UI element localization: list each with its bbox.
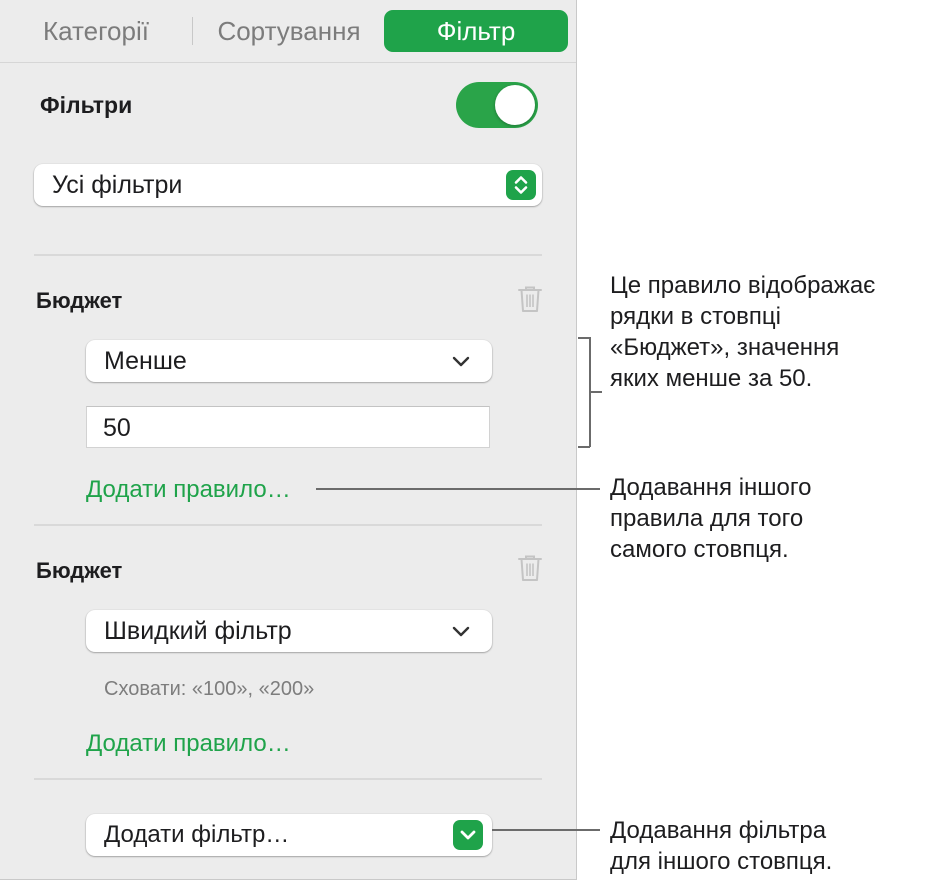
callout-line: для іншого стовпця. <box>610 848 833 875</box>
callout-leader-line <box>316 488 600 490</box>
callout-line: «Бюджет», значення <box>610 334 840 361</box>
filters-toggle[interactable] <box>456 82 538 128</box>
filters-label: Фільтри <box>40 92 133 118</box>
callout-bracket-bottom <box>578 446 590 448</box>
toggle-knob <box>495 85 535 125</box>
add-filter-popup[interactable]: Додати фільтр… <box>86 814 492 856</box>
callout-line: Додавання фільтра <box>610 817 827 844</box>
chevron-down-icon <box>450 350 472 377</box>
tab-separator <box>192 17 193 45</box>
section-divider <box>34 524 542 526</box>
callout-line: Це правило відображає <box>610 272 876 299</box>
add-rule-link[interactable]: Додати правило… <box>86 730 291 758</box>
tab-sort[interactable]: Сортування <box>196 10 382 52</box>
callout-line: самого стовпця. <box>610 536 789 563</box>
section-divider <box>34 254 542 256</box>
trash-icon[interactable] <box>516 284 544 319</box>
callout-add-rule-text: Додавання іншого правила для того самого… <box>610 472 811 565</box>
rule-column-label: Бюджет <box>36 288 123 313</box>
rule-column-label: Бюджет <box>36 558 123 583</box>
filter-mode-value: Усі фільтри <box>52 171 183 199</box>
quick-filter-hint: Сховати: «100», «200» <box>104 678 315 700</box>
rule-value-field[interactable]: 50 <box>86 406 490 448</box>
section-divider <box>34 778 542 780</box>
callout-line: Додавання іншого <box>610 474 812 501</box>
chevron-down-icon <box>450 620 472 647</box>
filter-sidebar: Категорії Сортування Фільтр Фільтри Усі … <box>0 0 577 880</box>
callout-bracket-tick <box>590 391 602 393</box>
trash-icon[interactable] <box>516 553 544 588</box>
tab-filter[interactable]: Фільтр <box>384 10 568 52</box>
rule-condition-popup[interactable]: Швидкий фільтр <box>86 610 492 652</box>
tab-categories[interactable]: Категорії <box>10 10 182 52</box>
callout-line: яких менше за 50. <box>610 365 813 392</box>
tab-divider <box>0 62 576 63</box>
rule-value-text: 50 <box>103 414 131 442</box>
rule-condition-value: Менше <box>104 347 187 375</box>
callout-line: правила для того <box>610 505 804 532</box>
chevron-down-icon <box>453 820 483 850</box>
rule-condition-value: Швидкий фільтр <box>104 617 292 645</box>
add-rule-link[interactable]: Додати правило… <box>86 476 291 504</box>
callout-leader-line <box>492 829 600 831</box>
callout-line: рядки в стовпці <box>610 303 781 330</box>
up-down-stepper-icon <box>506 170 536 200</box>
add-filter-label: Додати фільтр… <box>104 821 290 848</box>
rule-condition-popup[interactable]: Менше <box>86 340 492 382</box>
filter-mode-popup[interactable]: Усі фільтри <box>34 164 542 206</box>
callout-add-filter-text: Додавання фільтра для іншого стовпця. <box>610 815 832 877</box>
callout-rule-text: Це правило відображає рядки в стовпці «Б… <box>610 270 875 394</box>
tab-bar: Категорії Сортування Фільтр <box>10 10 568 52</box>
